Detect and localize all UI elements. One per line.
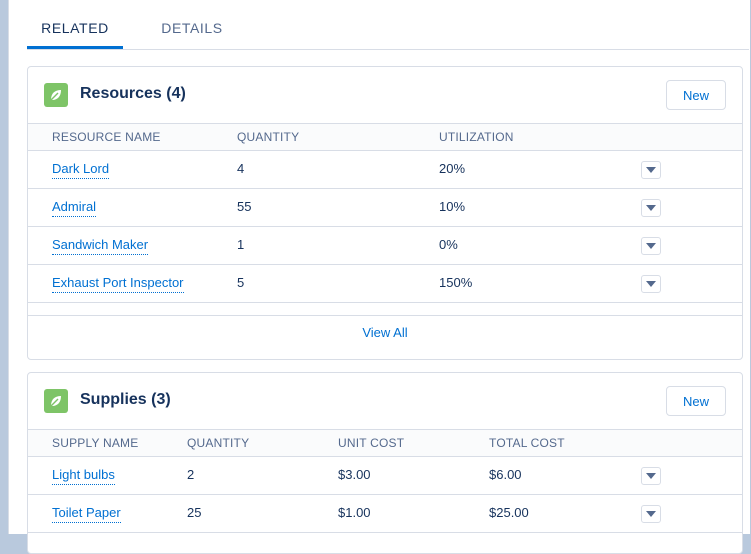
chevron-down-icon (646, 243, 656, 249)
column-header-supply-name: SUPPLY NAME (52, 436, 139, 450)
row-action-button[interactable] (641, 199, 661, 217)
leaf-icon (44, 389, 68, 413)
row-action-button[interactable] (641, 467, 661, 485)
resources-card-header: Resources (4) New (28, 67, 742, 123)
supplies-card: Supplies (3) New SUPPLY NAME QUANTITY UN… (27, 372, 743, 554)
column-header-unit-cost: UNIT COST (338, 436, 405, 450)
supplies-title: Supplies (3) (80, 391, 171, 408)
resource-name-link[interactable]: Admiral (52, 189, 97, 225)
supplies-table-header: SUPPLY NAME QUANTITY UNIT COST TOTAL COS… (28, 429, 742, 457)
supply-quantity: 2 (187, 467, 195, 482)
resources-table-header: RESOURCE NAME QUANTITY UTILIZATION (28, 123, 742, 151)
resources-card: Resources (4) New RESOURCE NAME QUANTITY… (27, 66, 743, 360)
table-row: Exhaust Port Inspector 5 150% (28, 265, 742, 303)
resource-quantity: 1 (237, 237, 245, 252)
row-action-button[interactable] (641, 161, 661, 179)
resource-name-link[interactable]: Exhaust Port Inspector (52, 265, 184, 301)
table-row: Toilet Paper 25 $1.00 $25.00 (28, 495, 742, 533)
resource-utilization: 0% (439, 237, 458, 252)
resource-quantity: 4 (237, 161, 245, 176)
row-action-button[interactable] (641, 237, 661, 255)
supply-quantity: 25 (187, 505, 202, 520)
tab-details[interactable]: DETAILS (147, 0, 237, 48)
chevron-down-icon (646, 281, 656, 287)
supply-total-cost: $25.00 (489, 505, 529, 520)
supply-unit-cost: $3.00 (338, 467, 371, 482)
table-row: Sandwich Maker 1 0% (28, 227, 742, 265)
supply-unit-cost: $1.00 (338, 505, 371, 520)
supplies-card-header: Supplies (3) New (28, 373, 742, 429)
row-action-button[interactable] (641, 505, 661, 523)
supplies-new-button[interactable]: New (666, 386, 726, 416)
resource-quantity: 5 (237, 275, 245, 290)
table-row: Dark Lord 4 20% (28, 151, 742, 189)
chevron-down-icon (646, 167, 656, 173)
supply-name-link[interactable]: Toilet Paper (52, 495, 121, 531)
column-header-utilization: UTILIZATION (439, 130, 514, 144)
resource-utilization: 150% (439, 275, 473, 290)
row-action-button[interactable] (641, 275, 661, 293)
resource-utilization: 10% (439, 199, 466, 214)
chevron-down-icon (646, 205, 656, 211)
resource-utilization: 20% (439, 161, 466, 176)
leaf-icon (44, 83, 68, 107)
resources-new-button[interactable]: New (666, 80, 726, 110)
table-row: Light bulbs 2 $3.00 $6.00 (28, 457, 742, 495)
column-header-quantity: QUANTITY (237, 130, 300, 144)
resources-title: Resources (4) (80, 85, 186, 102)
column-header-resource-name: RESOURCE NAME (52, 130, 161, 144)
resource-name-link[interactable]: Dark Lord (52, 151, 110, 187)
supply-total-cost: $6.00 (489, 467, 522, 482)
column-header-quantity: QUANTITY (187, 436, 250, 450)
tab-bar: RELATED DETAILS (27, 0, 749, 50)
supply-name-link[interactable]: Light bulbs (52, 457, 115, 493)
view-all-link[interactable]: View All (28, 325, 742, 340)
related-panel: RELATED DETAILS Resources (4) New RESOUR… (8, 0, 750, 554)
resource-quantity: 55 (237, 199, 252, 214)
chevron-down-icon (646, 511, 656, 517)
chevron-down-icon (646, 473, 656, 479)
column-header-total-cost: TOTAL COST (489, 436, 565, 450)
table-row: Admiral 55 10% (28, 189, 742, 227)
tab-related[interactable]: RELATED (27, 0, 123, 49)
table-footer-divider (28, 303, 742, 316)
resource-name-link[interactable]: Sandwich Maker (52, 227, 149, 263)
